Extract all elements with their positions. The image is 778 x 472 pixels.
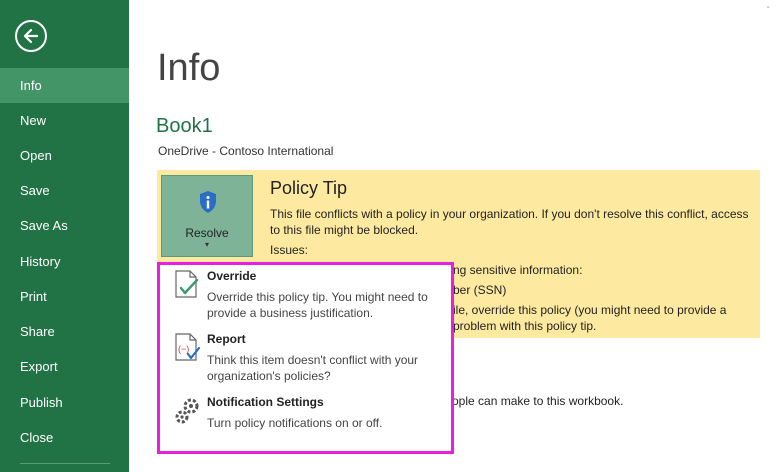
svg-text:(−): (−): [178, 344, 189, 354]
override-description: Override this policy tip. You might need…: [207, 290, 428, 320]
report-description: Think this item doesn't conflict with yo…: [207, 353, 419, 383]
nav-save-as[interactable]: Save As: [0, 208, 129, 243]
issue-text-1: ng sensitive information:: [453, 263, 583, 277]
nav-publish[interactable]: Publish: [0, 385, 129, 420]
menu-item-notification-settings[interactable]: Notification Settings Turn policy notifi…: [160, 393, 451, 448]
nav-share[interactable]: Share: [0, 314, 129, 349]
nav-history[interactable]: History: [0, 244, 129, 279]
nav-print[interactable]: Print: [0, 279, 129, 314]
issues-label: Issues:: [270, 243, 309, 257]
chevron-down-icon: ▾: [204, 240, 209, 249]
resolve-dropdown-menu: Override Override this policy tip. You m…: [157, 262, 454, 454]
nav-new[interactable]: New: [0, 103, 129, 138]
menu-item-report[interactable]: (−) Report Think this item doesn't confl…: [160, 330, 451, 390]
document-title: Book1: [156, 115, 213, 137]
nav-close[interactable]: Close: [0, 420, 129, 455]
nav-save[interactable]: Save: [0, 173, 129, 208]
window-mark: -: [766, 2, 770, 13]
notification-settings-description: Turn policy notifications on or off.: [207, 416, 383, 430]
policy-tip-title: Policy Tip: [270, 178, 348, 198]
nav-export[interactable]: Export: [0, 349, 129, 384]
override-title: Override: [207, 269, 257, 283]
nav-open[interactable]: Open: [0, 138, 129, 173]
back-arrow-icon[interactable]: [15, 20, 47, 52]
nav-info[interactable]: Info: [0, 68, 129, 103]
document-check-icon: [175, 270, 199, 298]
notification-settings-title: Notification Settings: [207, 395, 324, 409]
gears-icon: [175, 398, 199, 424]
resolve-label: Resolve: [185, 226, 229, 240]
issue-text-3: ile, override this policy (you might nee…: [453, 303, 727, 317]
menu-item-override[interactable]: Override Override this policy tip. You m…: [160, 267, 451, 327]
shield-info-icon: [200, 191, 216, 213]
document-location: OneDrive - Contoso International: [158, 144, 334, 158]
issue-text-2: ber (SSN): [453, 283, 507, 297]
permissions-text: ople can make to this workbook.: [452, 394, 624, 408]
report-title: Report: [207, 332, 246, 346]
issue-text-4: problem with this policy tip.: [453, 319, 597, 333]
sidebar-divider: [20, 463, 110, 464]
policy-tip-text: This file conflicts with a policy in you…: [270, 207, 749, 237]
backstage-sidebar: Info New Open Save Save As History Print…: [0, 0, 129, 472]
document-report-icon: (−): [175, 333, 201, 361]
page-title: Info: [157, 47, 221, 89]
resolve-button[interactable]: Resolve ▾: [161, 175, 253, 257]
